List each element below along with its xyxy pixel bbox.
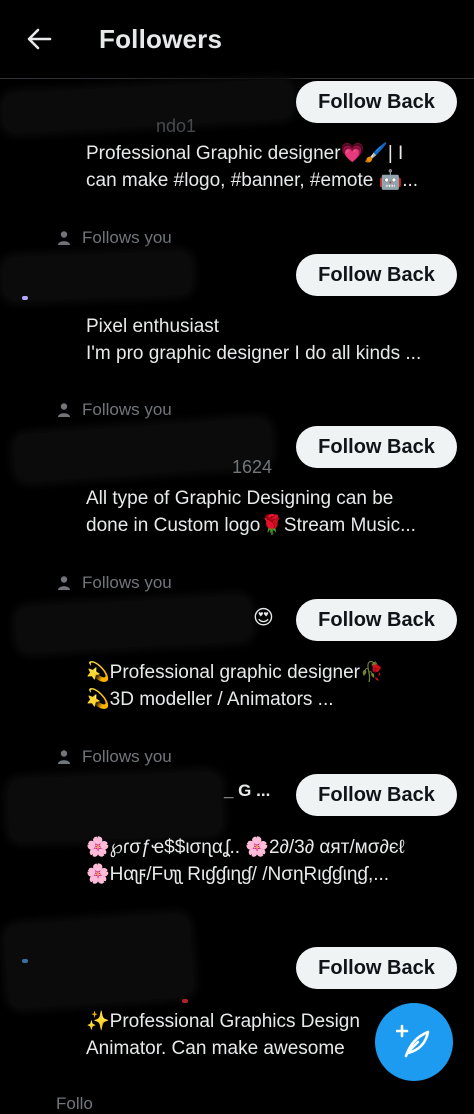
avatar-fragment	[182, 999, 188, 1003]
bio: 🌸℘ɾσƒҽ$$ισɳαʆ.. 🌸2∂/3∂ αят/мσ∂єℓ 🌸Hαʅϝ/F…	[86, 834, 458, 888]
display-name-fragment: 😍	[253, 607, 274, 629]
follow-back-button[interactable]: Follow Back	[296, 81, 457, 123]
bio-line: 🌸Hαʅϝ/Fυʅʅ Rιɠɠιɳɠ/ /NσɳRιɠɠιɳɠ,...	[86, 864, 390, 885]
follows-you-label: Follows you	[82, 573, 172, 592]
arrow-left-icon	[27, 28, 52, 50]
bio-line: Professional Graphic designer💗🖌️| I	[86, 143, 404, 164]
follower-row[interactable]: Follows you _ G ... Follow Back 🌸℘ɾσƒҽ$$…	[0, 745, 474, 917]
follows-you-indicator: Follows you	[56, 571, 172, 595]
bio-line: 💫3D modeller / Animators ...	[86, 689, 334, 710]
follows-you-indicator: Follows you	[56, 226, 172, 250]
top-bar: Followers	[0, 0, 474, 79]
person-icon	[58, 750, 70, 764]
follows-you-indicator: Follows you	[56, 745, 172, 769]
follow-back-button[interactable]: Follow Back	[296, 599, 457, 641]
bio-line: done in Custom logo🌹Stream Music...	[86, 515, 416, 536]
page-title: Followers	[99, 24, 223, 54]
follower-row[interactable]: Follows you 😍 Follow Back 💫Professional …	[0, 571, 474, 743]
person-icon	[58, 576, 70, 590]
bio-line: All type of Graphic Designing can be	[86, 488, 394, 509]
follows-you-label: Follows you	[82, 228, 172, 247]
back-button[interactable]	[22, 22, 56, 56]
bio-line: can make #logo, #banner, #emote 🤖...	[86, 170, 419, 191]
person-icon	[58, 403, 70, 417]
follower-row[interactable]: Follows you 1624 Follow Back All type of…	[0, 398, 474, 570]
bio: Pixel enthusiast I'm pro graphic designe…	[86, 313, 458, 367]
follow-back-button[interactable]: Follow Back	[296, 426, 457, 468]
follower-row[interactable]: ndo1 Follow Back Professional Graphic de…	[0, 78, 474, 250]
avatar-fragment	[22, 296, 28, 300]
bio-line: 🌸℘ɾσƒҽ$$ισɳαʆ.. 🌸2∂/3∂ αят/мσ∂єℓ	[86, 837, 405, 858]
bio-line: 💫Professional graphic designer🥀	[86, 662, 384, 683]
bio: All type of Graphic Designing can be don…	[86, 485, 458, 539]
redaction	[1, 250, 193, 302]
bio-line: Pixel enthusiast	[86, 316, 220, 337]
avatar-fragment	[22, 959, 28, 963]
redaction	[14, 594, 254, 654]
follower-row[interactable]: Follows you Follow Back Pixel enthusiast…	[0, 226, 474, 398]
handle-fragment: 1624	[232, 457, 273, 477]
bio-line: I'm pro graphic designer I do all kinds …	[86, 343, 422, 364]
follows-you-label: Follo	[56, 1094, 93, 1113]
follow-back-button[interactable]: Follow Back	[296, 774, 457, 816]
follow-back-button[interactable]: Follow Back	[296, 254, 457, 296]
redaction	[3, 912, 195, 1010]
redaction	[1, 78, 295, 134]
bio: 💫Professional graphic designer🥀 💫3D mode…	[86, 659, 458, 713]
follows-you-label: Follows you	[82, 747, 172, 766]
follow-back-button[interactable]: Follow Back	[296, 947, 457, 989]
bio: Professional Graphic designer💗🖌️| I can …	[86, 140, 458, 194]
redaction	[6, 771, 224, 843]
compose-plus-icon	[396, 1024, 430, 1058]
display-name-fragment: _ G ...	[224, 781, 271, 800]
handle-fragment: ndo1	[156, 116, 197, 136]
follows-you-indicator: Follows you	[56, 398, 172, 422]
follows-you-label: Follows you	[82, 400, 172, 419]
person-icon	[58, 231, 70, 245]
compose-button[interactable]	[375, 1003, 453, 1081]
